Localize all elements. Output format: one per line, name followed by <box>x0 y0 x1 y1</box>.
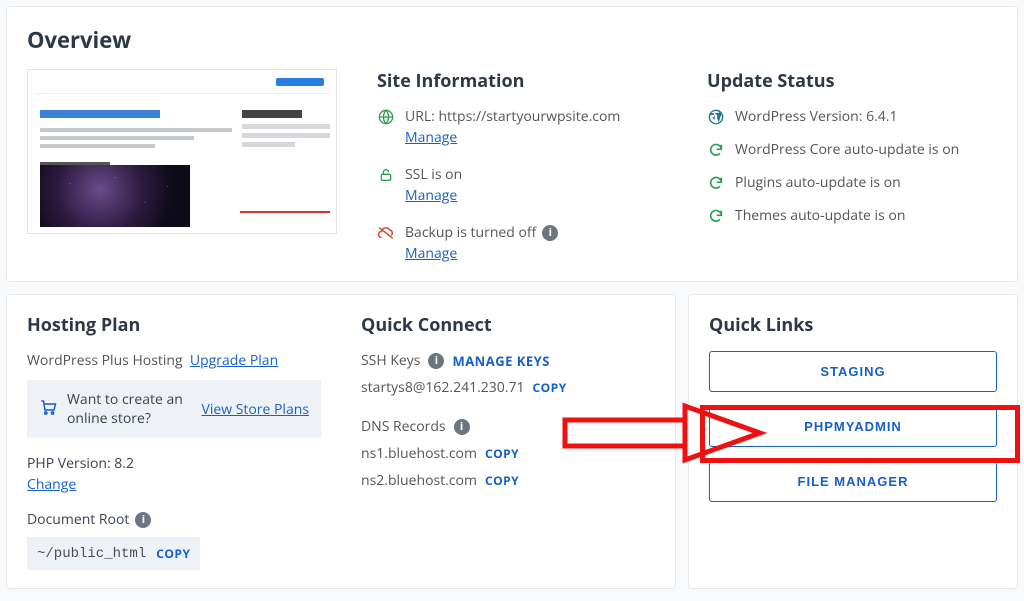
plan-name: WordPress Plus Hosting <box>27 351 183 370</box>
quick-connect-heading: Quick Connect <box>361 313 655 337</box>
url-text: URL: https://startyourwpsite.com <box>405 107 620 126</box>
ns2-copy-button[interactable]: COPY <box>485 472 519 489</box>
cloud-off-icon <box>377 223 395 241</box>
docroot-copy-button[interactable]: COPY <box>156 545 190 562</box>
ns2-value: ns2.bluehost.com <box>361 471 477 490</box>
quick-links-panel: Quick Links STAGING PHPMYADMIN FILE MANA… <box>688 294 1018 589</box>
ssh-copy-button[interactable]: COPY <box>532 379 566 396</box>
ns1-copy-button[interactable]: COPY <box>485 445 519 462</box>
dns-records-label: DNS Records <box>361 417 446 436</box>
refresh-icon <box>707 208 725 224</box>
store-prompt-text: Want to create an online store? <box>67 390 191 428</box>
view-store-plans-link[interactable]: View Store Plans <box>201 400 309 419</box>
info-icon[interactable]: i <box>135 512 151 528</box>
backup-row: Backup is turned off i Manage <box>377 223 667 263</box>
upgrade-plan-link[interactable]: Upgrade Plan <box>190 351 278 370</box>
manage-keys-link[interactable]: MANAGE KEYS <box>452 352 550 370</box>
phpmyadmin-button[interactable]: PHPMYADMIN <box>709 406 997 447</box>
php-version-text: PHP Version: 8.2 <box>27 454 321 473</box>
site-info-heading: Site Information <box>377 69 667 93</box>
docroot-label: Document Root <box>27 510 129 529</box>
info-icon[interactable]: i <box>454 419 470 435</box>
plugins-update-row: Plugins auto-update is on <box>707 173 997 192</box>
file-manager-button[interactable]: FILE MANAGER <box>709 461 997 502</box>
core-update-text: WordPress Core auto-update is on <box>735 140 959 159</box>
ssl-row: SSL is on Manage <box>377 165 667 205</box>
update-status-heading: Update Status <box>707 69 997 93</box>
ns1-value: ns1.bluehost.com <box>361 444 477 463</box>
docroot-box: ~/public_html COPY <box>27 537 200 570</box>
wordpress-icon <box>707 109 725 125</box>
lock-icon <box>377 165 395 183</box>
backup-manage-link[interactable]: Manage <box>405 244 457 263</box>
store-promo: Want to create an online store? View Sto… <box>27 380 321 438</box>
wp-version-row: WordPress Version: 6.4.1 <box>707 107 997 126</box>
ssl-text: SSL is on <box>405 165 462 184</box>
themes-update-text: Themes auto-update is on <box>735 206 905 225</box>
staging-button[interactable]: STAGING <box>709 351 997 392</box>
plugins-update-text: Plugins auto-update is on <box>735 173 901 192</box>
backup-text: Backup is turned off <box>405 223 536 242</box>
cart-icon <box>39 398 57 421</box>
info-icon[interactable]: i <box>542 225 558 241</box>
refresh-icon <box>707 175 725 191</box>
ssh-value: startys8@162.241.230.71 <box>361 378 524 397</box>
quick-links-heading: Quick Links <box>709 313 997 337</box>
hosting-panel: Hosting Plan WordPress Plus Hosting Upgr… <box>6 294 676 589</box>
info-icon[interactable]: i <box>428 353 444 369</box>
overview-panel: Overview Site Information <box>6 6 1018 282</box>
globe-icon <box>377 107 395 125</box>
overview-heading: Overview <box>27 25 997 55</box>
url-manage-link[interactable]: Manage <box>405 128 457 147</box>
docroot-value: ~/public_html <box>37 546 146 562</box>
refresh-icon <box>707 142 725 158</box>
core-update-row: WordPress Core auto-update is on <box>707 140 997 159</box>
ssl-manage-link[interactable]: Manage <box>405 186 457 205</box>
themes-update-row: Themes auto-update is on <box>707 206 997 225</box>
site-thumbnail[interactable] <box>27 69 337 234</box>
ssh-keys-label: SSH Keys <box>361 351 420 370</box>
php-change-link[interactable]: Change <box>27 475 76 494</box>
url-row: URL: https://startyourwpsite.com Manage <box>377 107 667 147</box>
hosting-heading: Hosting Plan <box>27 313 321 337</box>
wp-version-text: WordPress Version: 6.4.1 <box>735 107 897 126</box>
